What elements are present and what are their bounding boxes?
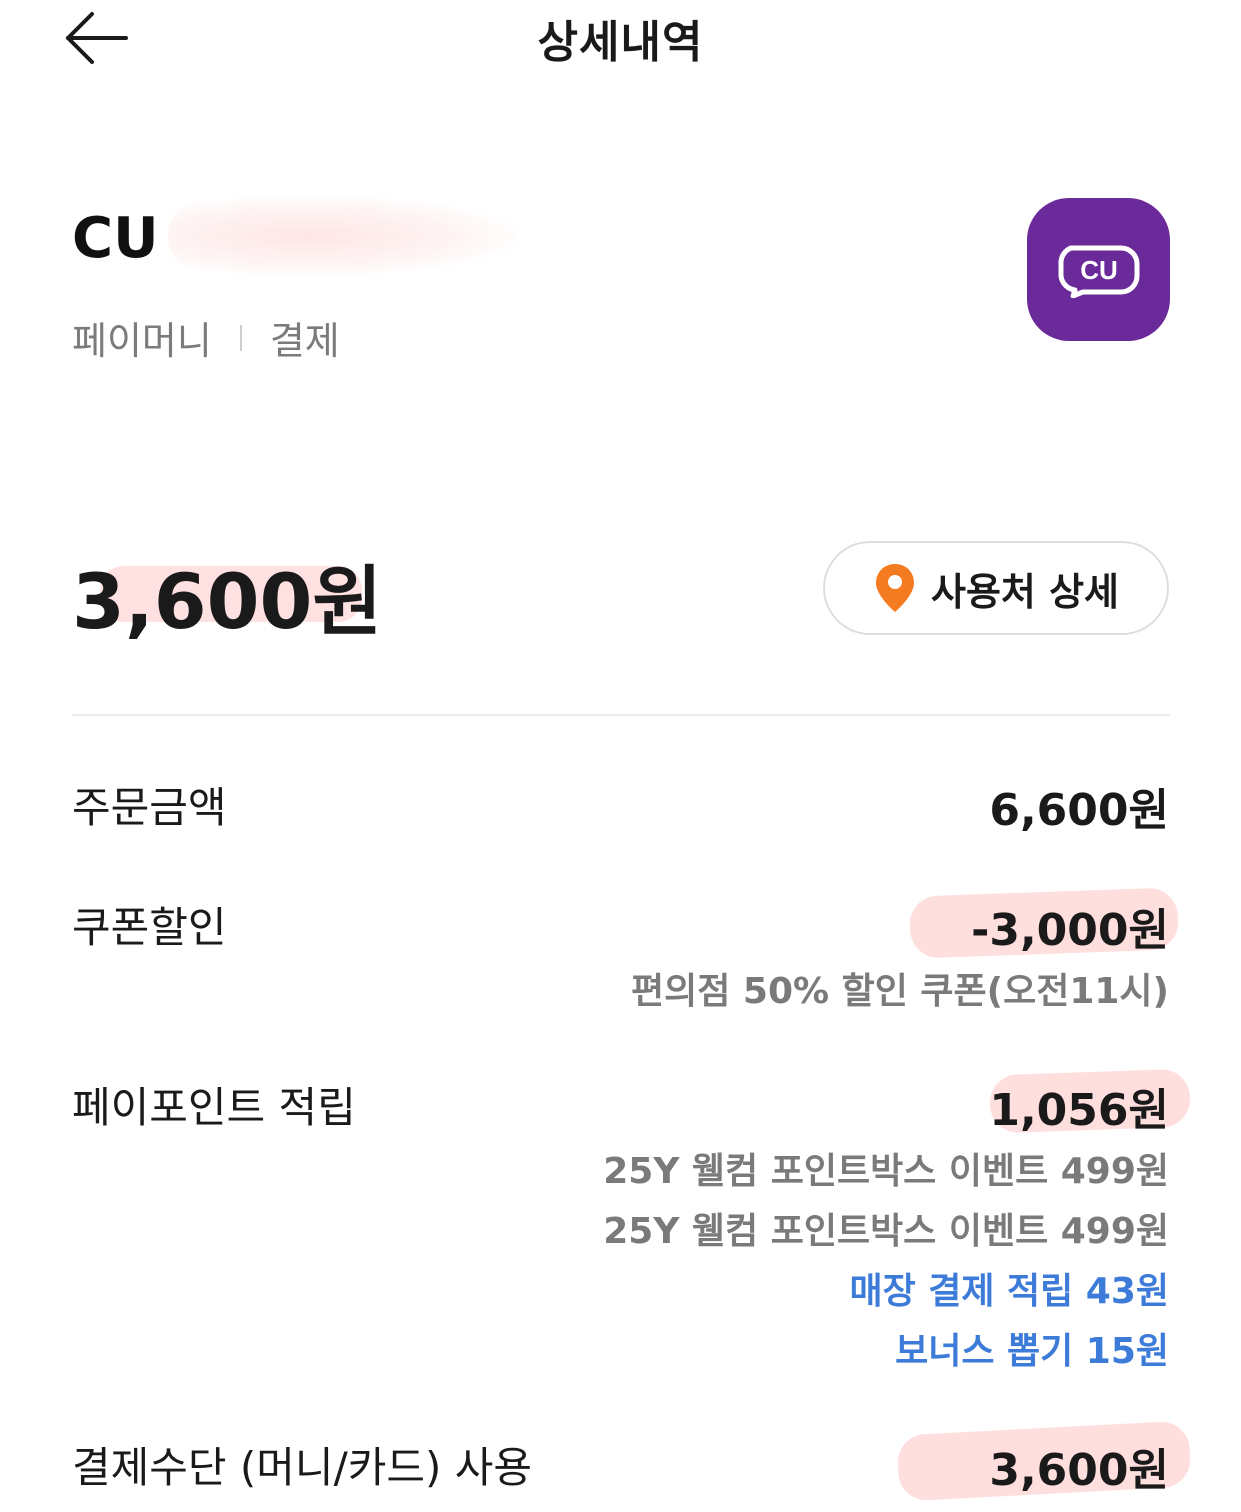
payment-method-usage-label: 결제수단 (머니/카드) 사용 — [72, 1443, 533, 1492]
redacted-area — [168, 196, 518, 276]
points-detail-item: 25Y 웰컴 포인트박스 이벤트 499원 — [603, 1151, 1169, 1192]
section-divider — [72, 714, 1170, 716]
payment-method-usage-value: 3,600원 — [989, 1445, 1169, 1496]
coupon-detail: 편의점 50% 할인 쿠폰(오전11시) — [631, 971, 1169, 1012]
merchant-name: CU — [72, 206, 159, 271]
page-title: 상세내역 — [537, 17, 704, 68]
svg-text:CU: CU — [1080, 255, 1118, 285]
cu-logo-icon: CU — [1057, 245, 1139, 298]
points-detail-item: 매장 결제 적립 43원 — [849, 1271, 1169, 1312]
coupon-discount-label: 쿠폰할인 — [72, 903, 227, 952]
meta-divider — [239, 324, 242, 351]
coupon-discount-value: -3,000원 — [971, 905, 1169, 956]
points-detail-item: 보너스 뽑기 15원 — [895, 1331, 1169, 1372]
order-amount-label: 주문금액 — [72, 783, 227, 832]
points-detail-item: 25Y 웰컴 포인트박스 이벤트 499원 — [603, 1211, 1169, 1252]
total-amount: 3,600원 — [72, 557, 383, 646]
payment-method-label: 페이머니 — [72, 319, 212, 363]
transaction-meta: 페이머니 결제 — [72, 310, 340, 365]
location-detail-label: 사용처 상세 — [930, 569, 1120, 614]
transaction-type-label: 결제 — [269, 319, 340, 363]
points-earned-value: 1,056원 — [989, 1085, 1169, 1136]
order-amount-value: 6,600원 — [989, 785, 1169, 836]
header: 상세내역 — [0, 0, 1241, 80]
location-pin-icon — [875, 564, 914, 612]
merchant-logo: CU — [1027, 198, 1170, 341]
location-detail-button[interactable]: 사용처 상세 — [823, 541, 1169, 635]
points-earned-label: 페이포인트 적립 — [72, 1083, 356, 1132]
